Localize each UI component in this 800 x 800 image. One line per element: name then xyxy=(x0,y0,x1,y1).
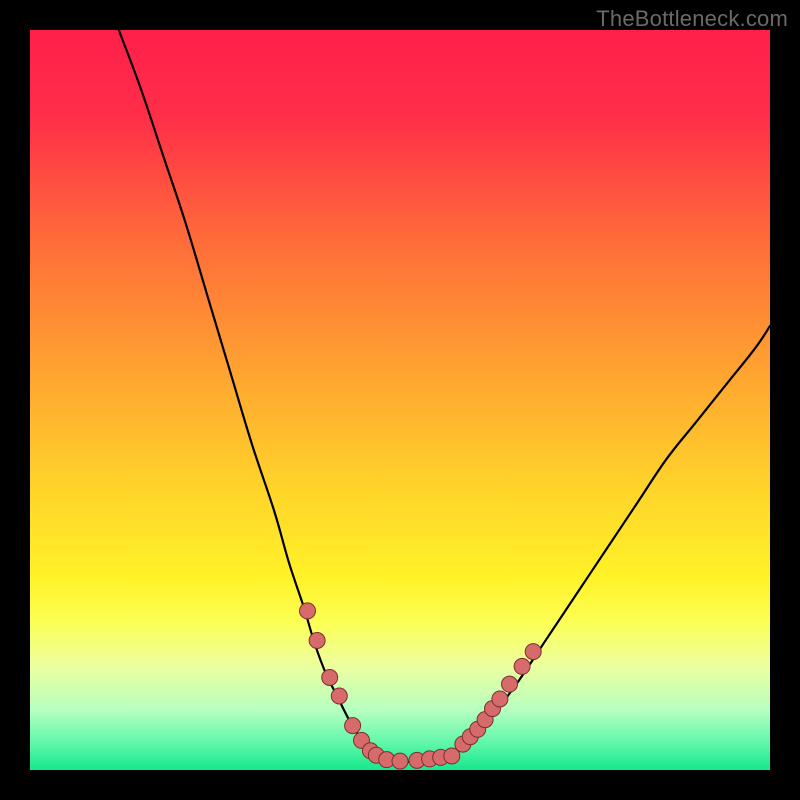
gradient-background xyxy=(30,30,770,770)
plot-area xyxy=(30,30,770,770)
data-marker xyxy=(525,644,541,660)
data-marker xyxy=(322,670,338,686)
data-marker xyxy=(345,718,361,734)
chart-frame: TheBottleneck.com xyxy=(0,0,800,800)
attribution-text: TheBottleneck.com xyxy=(596,6,788,32)
gradient-rect xyxy=(30,30,770,770)
data-marker xyxy=(492,691,508,707)
data-marker xyxy=(392,753,408,769)
data-marker xyxy=(300,603,316,619)
data-marker xyxy=(502,676,518,692)
data-marker xyxy=(514,658,530,674)
data-marker xyxy=(331,688,347,704)
data-marker xyxy=(309,633,325,649)
